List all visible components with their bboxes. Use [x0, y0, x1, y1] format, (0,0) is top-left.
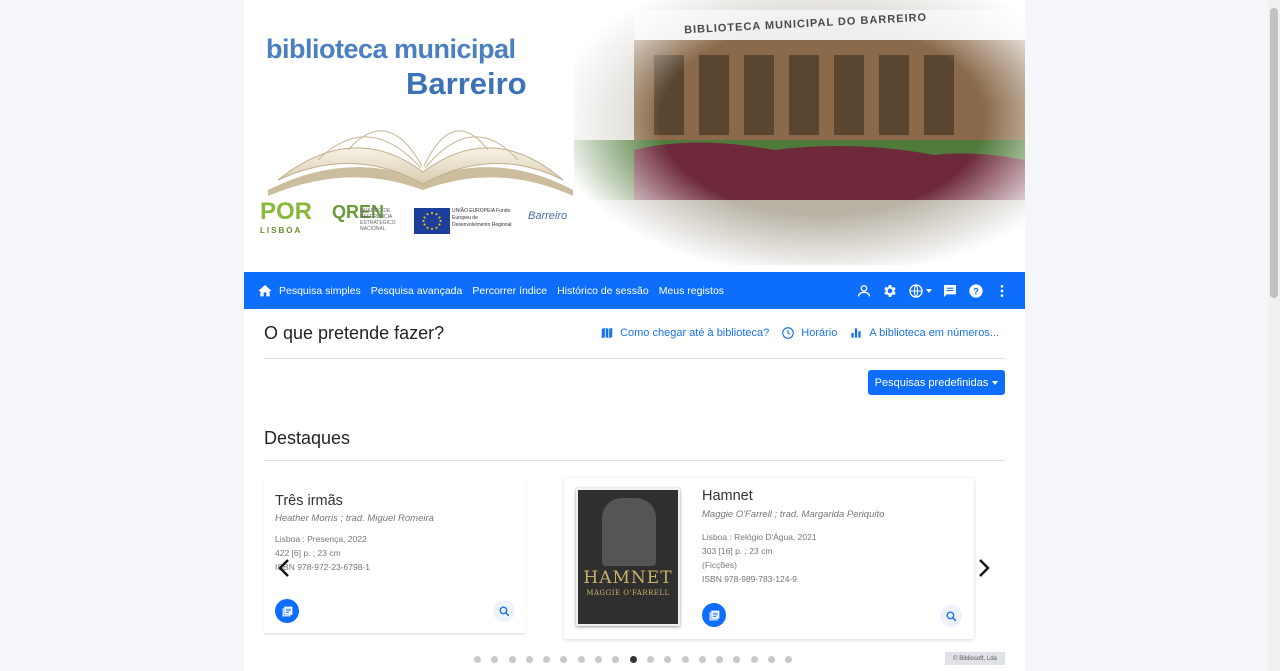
- library-building-photo: [574, 0, 1025, 265]
- user-icon[interactable]: [855, 282, 873, 300]
- link-schedule[interactable]: Horário: [781, 326, 837, 340]
- carousel-dot[interactable]: [629, 656, 637, 663]
- carousel-dot[interactable]: [733, 656, 741, 663]
- nav-advanced-search[interactable]: Pesquisa avançada: [371, 285, 463, 297]
- page-scrollbar[interactable]: [1268, 0, 1280, 671]
- divider: [264, 358, 1005, 359]
- book-author: Heather Morris ; trad. Miguel Romeira: [275, 513, 434, 524]
- carousel-dot[interactable]: [716, 656, 724, 663]
- zoom-button[interactable]: [493, 600, 515, 622]
- scrollbar-thumb[interactable]: [1270, 8, 1278, 298]
- help-icon[interactable]: ?: [967, 282, 985, 300]
- divider: [264, 460, 1005, 461]
- carousel-dot[interactable]: [768, 656, 776, 663]
- nav-simple-search[interactable]: Pesquisa simples: [279, 285, 361, 297]
- library-books-icon: [709, 610, 719, 620]
- more-vertical-icon[interactable]: [993, 282, 1011, 300]
- carousel-dot[interactable]: [491, 656, 499, 663]
- record-details-button[interactable]: [702, 603, 726, 627]
- carousel-dot[interactable]: [508, 656, 516, 663]
- book-cover[interactable]: HAMNET MAGGIE O'FARRELL: [576, 488, 680, 626]
- carousel-dot[interactable]: [785, 656, 793, 663]
- barreiro-logo: Barreiro: [528, 210, 568, 222]
- chat-icon[interactable]: [941, 282, 959, 300]
- highlight-card-active[interactable]: HAMNET MAGGIE O'FARRELL Hamnet Maggie O'…: [564, 478, 974, 639]
- carousel-dot[interactable]: [560, 656, 568, 663]
- page-question-title: O que pretende fazer?: [264, 323, 445, 343]
- link-library-stats[interactable]: A biblioteca em números...: [849, 326, 999, 340]
- predefined-searches-button[interactable]: Pesquisas predefinidas: [868, 370, 1005, 395]
- caret-down-icon: [992, 380, 999, 385]
- carousel-dot[interactable]: [543, 656, 551, 663]
- carousel-dot[interactable]: [698, 656, 706, 663]
- record-details-button[interactable]: [275, 599, 299, 623]
- eu-flag-logo: [414, 208, 450, 234]
- qren-logo: QREN: [332, 202, 385, 222]
- eu-logo-text: UNIÃO EUROPEIA Fundo Europeu de Desenvol…: [452, 208, 512, 228]
- book-author: Maggie O'Farrell ; trad. Margarida Periq…: [702, 509, 885, 520]
- brand-subtitle: Barreiro: [406, 66, 527, 101]
- carousel-dot[interactable]: [595, 656, 603, 663]
- home-icon[interactable]: [255, 281, 275, 301]
- book-meta: Lisboa : Relógio D'Água, 2021 303 [16] p…: [702, 532, 817, 584]
- open-book-illustration: [268, 130, 573, 196]
- search-icon: [498, 605, 509, 616]
- cover-title: HAMNET: [583, 568, 673, 588]
- page-container: biblioteca municipal Barreiro BIBLIOTECA…: [244, 0, 1025, 671]
- carousel-dot[interactable]: [681, 656, 689, 663]
- bar-chart-icon: [851, 328, 862, 338]
- carousel-dot[interactable]: [664, 656, 672, 663]
- svg-text:?: ?: [973, 286, 979, 296]
- nav-session-history[interactable]: Histórico de sessão: [557, 285, 649, 297]
- qren-logo-text: QUADRO DE REFERÊNCIA ESTRATÉGICO NACIONA…: [360, 208, 396, 232]
- quick-links: Como chegar até à biblioteca? Horário A …: [588, 326, 999, 340]
- copyright-badge: © Bibliosoft, Lda: [945, 652, 1005, 665]
- carousel-dot[interactable]: [750, 656, 758, 663]
- highlight-card[interactable]: Três irmãs Heather Morris ; trad. Miguel…: [264, 480, 526, 634]
- cover-author: MAGGIE O'FARRELL: [586, 589, 670, 597]
- carousel-indicators: [474, 656, 803, 663]
- nav-my-records[interactable]: Meus registos: [659, 285, 724, 297]
- chevron-right-icon: [979, 559, 990, 577]
- map-icon: [601, 327, 613, 339]
- search-icon: [945, 610, 956, 621]
- carousel-next-button[interactable]: [974, 555, 994, 581]
- library-books-icon: [282, 606, 292, 616]
- clock-icon: [782, 327, 795, 339]
- link-directions[interactable]: Como chegar até à biblioteca?: [600, 326, 769, 340]
- site-banner: biblioteca municipal Barreiro BIBLIOTECA…: [244, 0, 1025, 272]
- gear-icon[interactable]: [881, 282, 899, 300]
- carousel-dot[interactable]: [474, 656, 481, 663]
- carousel-dot[interactable]: [646, 656, 654, 663]
- globe-icon[interactable]: [907, 282, 933, 300]
- nav-browse-index[interactable]: Percorrer índice: [472, 285, 547, 297]
- brand-title: biblioteca municipal: [266, 34, 516, 64]
- main-navbar: Pesquisa simples Pesquisa avançada Perco…: [244, 272, 1025, 309]
- partner-logos: POR LISBOA QREN QUADRO DE REFERÊNCIA EST…: [260, 196, 600, 246]
- book-title[interactable]: Hamnet: [702, 488, 753, 504]
- highlights-title: Destaques: [264, 428, 351, 448]
- carousel-dot[interactable]: [577, 656, 585, 663]
- zoom-button[interactable]: [940, 605, 962, 627]
- book-title[interactable]: Três irmãs: [275, 493, 343, 509]
- por-lisboa-logo: POR LISBOA: [260, 198, 313, 235]
- carousel-prev-button[interactable]: [274, 555, 294, 581]
- carousel-dot[interactable]: [612, 656, 620, 663]
- chevron-left-icon: [278, 559, 289, 577]
- carousel-dot[interactable]: [525, 656, 533, 663]
